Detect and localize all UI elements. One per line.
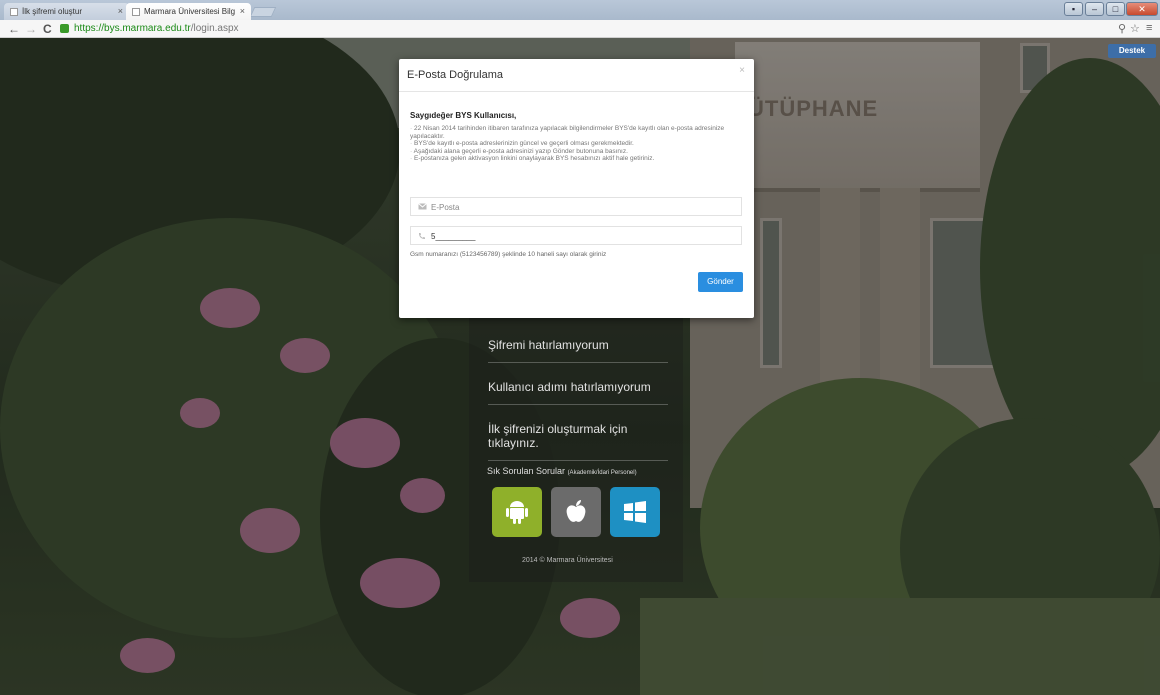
browser-toolbar: ← → C https://bys.marmara.edu.tr/login.a… xyxy=(0,20,1160,38)
page-icon xyxy=(132,8,140,16)
windows-icon xyxy=(624,501,646,523)
apple-app-button[interactable] xyxy=(551,487,601,537)
close-icon[interactable]: × xyxy=(118,6,123,16)
minimize-icon[interactable]: – xyxy=(1085,2,1104,16)
faq-link[interactable]: Sık Sorulan Sorular (Akademik/İdari Pers… xyxy=(487,466,637,476)
url-path: /login.aspx xyxy=(190,23,239,34)
submit-button[interactable]: Gönder xyxy=(698,272,743,292)
page-icon xyxy=(10,8,18,16)
faq-label: Sık Sorulan Sorular xyxy=(487,466,566,476)
back-icon[interactable]: ← xyxy=(8,22,20,36)
extension-icon[interactable]: ⚲ xyxy=(1118,22,1126,35)
forgot-username-link[interactable]: Kullanıcı adımı hatırlamıyorum xyxy=(488,380,668,405)
address-bar[interactable]: https://bys.marmara.edu.tr/login.aspx xyxy=(58,22,1098,36)
forward-icon[interactable]: → xyxy=(25,22,37,36)
close-icon[interactable]: × xyxy=(240,6,245,16)
lock-icon xyxy=(60,24,69,33)
user-icon[interactable]: ▪ xyxy=(1064,2,1083,16)
bookmark-star-icon[interactable]: ☆ xyxy=(1130,22,1140,35)
email-input[interactable] xyxy=(431,200,731,214)
browser-tab-strip: İlk şifremi oluştur × Marmara Üniversite… xyxy=(0,0,1160,20)
apple-icon xyxy=(566,500,586,522)
menu-icon[interactable]: ≡ xyxy=(1146,22,1152,34)
reload-icon[interactable]: C xyxy=(43,22,52,36)
windows-app-button[interactable] xyxy=(610,487,660,537)
greeting-text: Saygıdeğer BYS Kullanıcısı, xyxy=(410,111,517,120)
browser-tab-active[interactable]: Marmara Üniversitesi Bilg × xyxy=(126,3,251,20)
window-close-icon[interactable]: ✕ xyxy=(1126,2,1158,16)
create-first-password-link[interactable]: İlk şifrenizi oluşturmak için tıklayınız… xyxy=(488,422,668,461)
new-tab-button[interactable] xyxy=(249,7,277,17)
tab-title: İlk şifremi oluştur xyxy=(22,7,83,16)
modal-title: E-Posta Doğrulama xyxy=(407,69,503,81)
modal-header: E-Posta Doğrulama × xyxy=(399,59,754,92)
maximize-icon[interactable]: □ xyxy=(1106,2,1125,16)
forgot-password-link[interactable]: Şifremi hatırlamıyorum xyxy=(488,338,668,363)
support-button[interactable]: Destek xyxy=(1108,44,1156,58)
envelope-icon xyxy=(418,203,427,210)
url-host: bys.marmara.edu.tr xyxy=(104,23,191,34)
close-icon[interactable]: × xyxy=(739,65,745,76)
url-scheme: https:// xyxy=(74,23,105,34)
info-note: BYS'de kayıtlı e-posta adreslerinizin gü… xyxy=(410,140,740,148)
phone-icon xyxy=(419,233,425,239)
faq-sub: (Akademik/İdari Personel) xyxy=(567,470,637,476)
copyright-text: 2014 © Marmara Üniversitesi xyxy=(522,557,613,564)
android-icon xyxy=(506,501,528,524)
phone-input[interactable] xyxy=(431,229,731,243)
info-note: 22 Nisan 2014 tarihinden itibaren tarafı… xyxy=(410,125,740,140)
info-note: E-postanıza gelen aktivasyon linkini ona… xyxy=(410,155,740,163)
browser-tab[interactable]: İlk şifremi oluştur × xyxy=(4,3,129,20)
phone-field-wrapper xyxy=(410,226,742,245)
android-app-button[interactable] xyxy=(492,487,542,537)
info-notes: 22 Nisan 2014 tarihinden itibaren tarafı… xyxy=(410,125,740,163)
email-field-wrapper xyxy=(410,197,742,216)
gsm-hint: Gsm numaranızı (5123456789) şeklinde 10 … xyxy=(410,251,607,258)
info-note: Aşağıdaki alana geçerli e-posta adresini… xyxy=(410,148,740,156)
tab-title: Marmara Üniversitesi Bilg xyxy=(144,7,236,16)
